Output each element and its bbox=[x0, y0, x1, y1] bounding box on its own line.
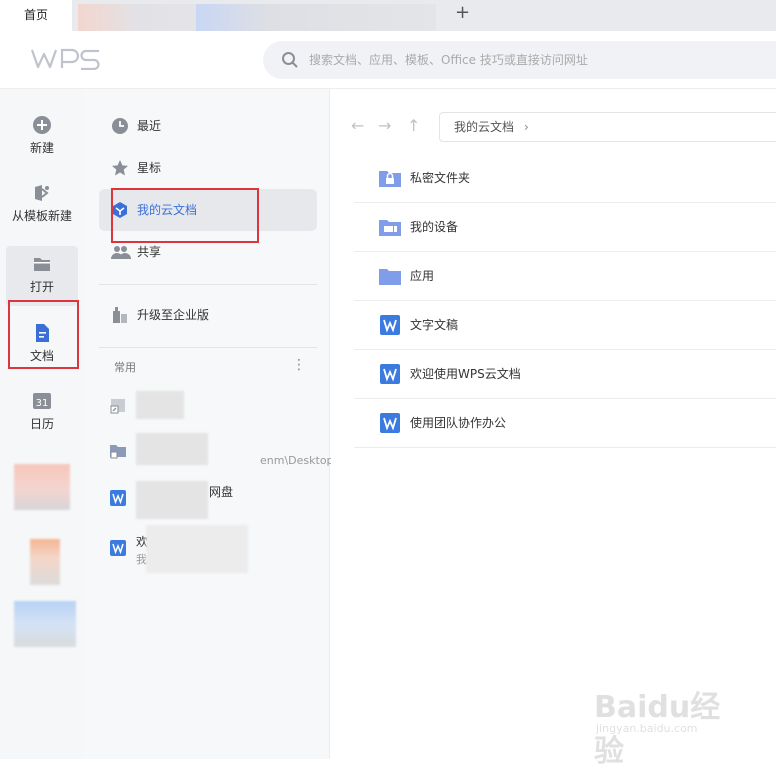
plus-circle-icon bbox=[32, 115, 52, 135]
breadcrumb[interactable]: 我的云文档 › bbox=[439, 112, 776, 142]
left-rail: 新建 从模板新建 打开 文档 31 日历 bbox=[0, 89, 84, 759]
file-name: 应用 bbox=[410, 269, 435, 283]
svg-text:31: 31 bbox=[36, 398, 49, 409]
private-folder-icon bbox=[379, 168, 401, 188]
rail-new[interactable]: 新建 bbox=[6, 107, 78, 167]
highlight-box-documents bbox=[8, 300, 79, 369]
file-name: 使用团队协作办公 bbox=[410, 416, 507, 430]
tab-bar: 首页 + bbox=[0, 0, 776, 31]
blurred-app-icon[interactable] bbox=[30, 539, 60, 585]
sidebar-item-starred[interactable]: 星标 bbox=[99, 147, 317, 189]
wps-writer-icon bbox=[379, 364, 401, 384]
file-name: 欢迎使用WPS云文档 bbox=[410, 367, 521, 381]
rail-label: 新建 bbox=[29, 141, 54, 155]
folder-open-icon bbox=[32, 254, 52, 274]
file-row[interactable]: 使用团队协作办公 bbox=[354, 399, 776, 448]
breadcrumb-item[interactable]: 我的云文档 bbox=[454, 113, 514, 141]
search-icon bbox=[281, 51, 299, 73]
sidebar-divider bbox=[99, 347, 317, 348]
file-row[interactable]: 文字文稿 bbox=[354, 301, 776, 350]
sidebar-item-label: 升级至企业版 bbox=[137, 308, 210, 322]
wps-logo bbox=[30, 48, 102, 74]
rail-label: 从模板新建 bbox=[11, 209, 72, 223]
frequent-item-path: enm\Desktop bbox=[260, 454, 334, 467]
search-input[interactable] bbox=[309, 41, 769, 79]
file-row[interactable]: 欢迎使用WPS云文档 bbox=[354, 350, 776, 399]
search-bar[interactable] bbox=[263, 41, 776, 79]
frequent-item-title: 网盘 bbox=[209, 485, 234, 499]
template-icon bbox=[32, 183, 52, 203]
blurred-text bbox=[136, 433, 208, 465]
wps-writer-icon bbox=[379, 413, 401, 433]
forward-arrow-icon[interactable]: → bbox=[378, 116, 391, 135]
wps-writer-icon bbox=[379, 315, 401, 335]
blurred-text bbox=[136, 391, 184, 419]
sidebar-divider bbox=[99, 284, 317, 285]
rail-label: 打开 bbox=[29, 280, 54, 294]
tab-home[interactable]: 首页 bbox=[0, 0, 72, 31]
rail-new-from-template[interactable]: 从模板新建 bbox=[0, 175, 84, 235]
sidebar-item-upgrade[interactable]: 升级至企业版 bbox=[99, 294, 317, 336]
folder-icon bbox=[379, 266, 401, 286]
blurred-app-icon[interactable] bbox=[14, 464, 70, 510]
file-row[interactable]: 私密文件夹 bbox=[354, 154, 776, 203]
chevron-right-icon: › bbox=[524, 120, 529, 134]
highlight-box-my-cloud-docs bbox=[111, 188, 259, 243]
baidu-jingyan-watermark: Baidu经验 jingyan.baidu.com bbox=[594, 672, 744, 769]
sidebar-item-label: 星标 bbox=[137, 161, 162, 175]
calendar-icon: 31 bbox=[32, 391, 52, 411]
main-content: ← → ↑ 我的云文档 › 私密文件夹 我的设备 应用 文字文稿 欢迎使用WPS… bbox=[331, 89, 776, 759]
shortcut-folder-icon bbox=[110, 442, 126, 460]
wps-writer-icon bbox=[110, 489, 126, 507]
star-icon bbox=[111, 159, 129, 177]
device-folder-icon bbox=[379, 217, 401, 237]
back-arrow-icon[interactable]: ← bbox=[351, 116, 364, 135]
blurred-app-icon[interactable] bbox=[14, 601, 76, 647]
watermark-url: jingyan.baidu.com bbox=[596, 722, 698, 735]
shortcut-icon bbox=[110, 397, 126, 415]
file-row[interactable]: 我的设备 bbox=[354, 203, 776, 252]
wps-writer-icon bbox=[110, 539, 126, 557]
new-tab-icon[interactable]: + bbox=[455, 2, 470, 23]
file-name: 私密文件夹 bbox=[410, 171, 471, 185]
share-people-icon bbox=[111, 243, 131, 261]
clock-icon bbox=[111, 117, 129, 135]
file-name: 我的设备 bbox=[410, 220, 459, 234]
more-options-icon[interactable]: ⋮ bbox=[292, 357, 306, 373]
file-name: 文字文稿 bbox=[410, 318, 459, 332]
header bbox=[0, 31, 776, 89]
sidebar-item-label: 最近 bbox=[137, 119, 162, 133]
rail-label: 日历 bbox=[29, 417, 54, 431]
blurred-text bbox=[146, 525, 248, 573]
file-row[interactable]: 应用 bbox=[354, 252, 776, 301]
rail-calendar[interactable]: 31 日历 bbox=[6, 383, 78, 443]
enterprise-icon bbox=[111, 306, 129, 324]
blurred-text bbox=[136, 481, 208, 519]
frequent-section-title: 常用 bbox=[114, 361, 136, 374]
up-arrow-icon[interactable]: ↑ bbox=[407, 116, 420, 135]
sidebar-item-recent[interactable]: 最近 bbox=[99, 105, 317, 147]
rail-open[interactable]: 打开 bbox=[6, 246, 78, 306]
blurred-tab[interactable] bbox=[196, 4, 436, 31]
